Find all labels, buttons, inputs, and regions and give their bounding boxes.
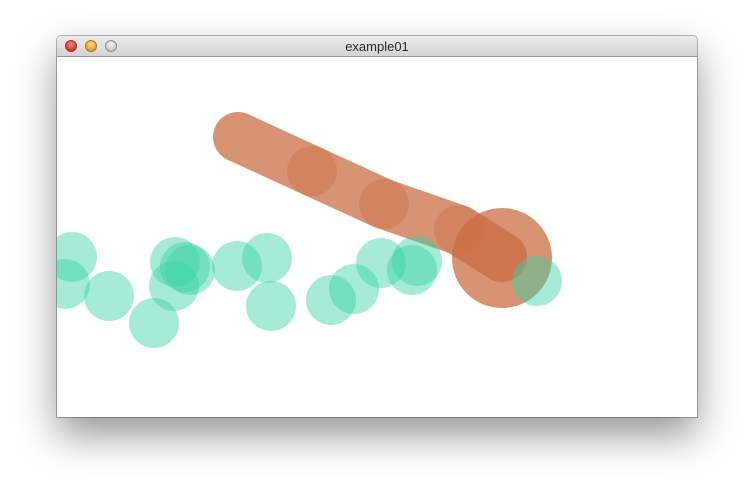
window-titlebar[interactable]: example01 xyxy=(57,36,697,57)
green-circle xyxy=(84,271,134,321)
sketch-canvas[interactable] xyxy=(57,57,697,417)
app-window: example01 xyxy=(57,36,697,417)
green-circle xyxy=(246,281,296,331)
stroke-joint xyxy=(359,179,409,229)
sketch-drawing xyxy=(57,112,562,348)
desktop-background: example01 xyxy=(0,0,754,496)
window-title: example01 xyxy=(345,39,409,54)
stroke-joint xyxy=(287,146,337,196)
green-circle xyxy=(165,245,215,295)
green-circle xyxy=(242,233,292,283)
green-circle xyxy=(392,236,442,286)
green-circle xyxy=(512,256,562,306)
